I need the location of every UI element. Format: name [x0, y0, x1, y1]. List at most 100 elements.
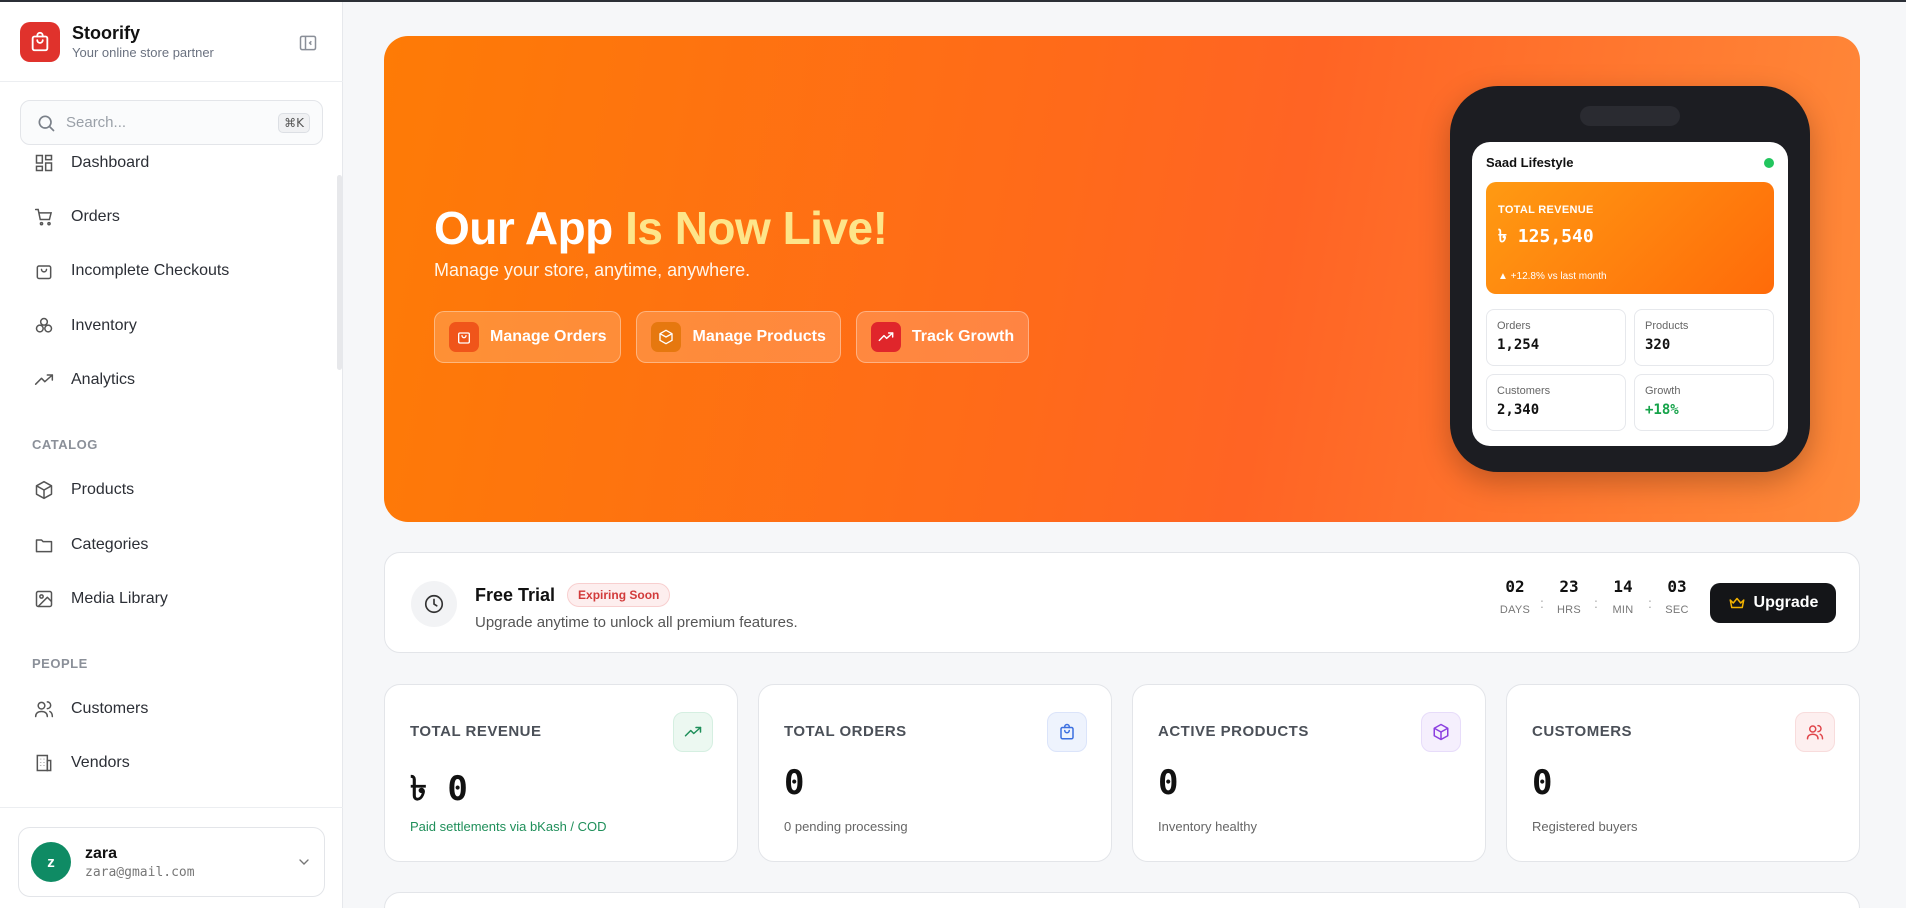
stat-card-active-products: ACTIVE PRODUCTS 0 Inventory healthy [1132, 684, 1486, 862]
mini-stat-value: 1,254 [1497, 337, 1540, 353]
sidebar-item-label: Categories [71, 536, 149, 553]
sidebar: Stoorify Your online store partner ⌘K Da… [0, 0, 343, 908]
next-section-card [384, 892, 1860, 908]
mini-stat-value: +18% [1645, 402, 1679, 418]
hero-title: Our App Is Now Live! [434, 202, 888, 254]
building-icon [33, 752, 55, 774]
mini-stat-value: 2,340 [1497, 402, 1540, 418]
package-icon [1421, 712, 1461, 752]
countdown-minutes: 14 MIN [1612, 577, 1634, 616]
stat-card-total-revenue: TOTAL REVENUE ৳ 0 Paid settlements via b… [384, 684, 738, 862]
stat-label: TOTAL REVENUE [410, 723, 542, 740]
phone-mockup: Saad Lifestyle TOTAL REVENUE ৳ 125,540 ▲… [1450, 86, 1810, 472]
sidebar-item-label: Dashboard [71, 154, 150, 171]
dashboard-icon [33, 152, 55, 174]
countdown-separator: : [1594, 595, 1598, 611]
search-icon [38, 115, 55, 131]
phone-notch [1580, 106, 1680, 126]
mini-stat-value: 320 [1645, 337, 1671, 353]
sidebar-item-inventory[interactable]: Inventory [33, 313, 137, 339]
sidebar-item-dashboard[interactable]: Dashboard [33, 150, 149, 176]
stat-subtext: 0 pending processing [784, 819, 908, 834]
stat-subtext: Inventory healthy [1158, 819, 1258, 834]
package-icon [33, 479, 55, 501]
trial-title: Free Trial [475, 584, 556, 605]
stat-subtext: Paid settlements via bKash / COD [410, 819, 607, 834]
brand-logo-icon [20, 22, 60, 62]
revenue-note: ▲ +12.8% vs last month [1498, 271, 1607, 282]
sidebar-item-categories[interactable]: Categories [33, 532, 148, 558]
countdown-separator: : [1648, 595, 1652, 611]
button-label: Track Growth [911, 328, 1015, 345]
phone-screen: Saad Lifestyle TOTAL REVENUE ৳ 125,540 ▲… [1472, 142, 1788, 446]
search-box[interactable]: ⌘K [20, 100, 323, 145]
sidebar-item-incomplete-checkouts[interactable]: Incomplete Checkouts [33, 258, 229, 284]
brand-name: Stoorify [72, 23, 141, 43]
sidebar-item-label: Media Library [71, 590, 168, 607]
sidebar-item-label: Vendors [71, 754, 130, 771]
countdown-separator: : [1540, 595, 1544, 611]
user-menu[interactable]: z zara zara@gmail.com [18, 827, 325, 897]
stat-value: ৳ 0 [410, 769, 468, 809]
online-status-dot [1764, 157, 1774, 168]
revenue-value: ৳ 125,540 [1498, 226, 1594, 247]
stat-label: TOTAL ORDERS [784, 723, 907, 740]
free-trial-banner: Free Trial Expiring Soon Upgrade anytime… [384, 552, 1860, 653]
sidebar-item-label: Products [71, 481, 135, 498]
stat-subtext: Registered buyers [1532, 819, 1638, 834]
cart-icon [33, 206, 55, 228]
stat-value: 0 [1158, 763, 1179, 803]
brand[interactable]: Stoorify Your online store partner [20, 22, 214, 62]
user-email: zara@gmail.com [85, 864, 195, 880]
search-input[interactable] [66, 114, 279, 131]
store-name: Saad Lifestyle [1486, 155, 1574, 170]
clock-icon [411, 581, 457, 627]
section-label-catalog: CATALOG [32, 437, 98, 452]
hero-title-highlight: Is Now Live! [625, 202, 888, 254]
upgrade-button[interactable]: Upgrade [1710, 583, 1836, 623]
sidebar-item-orders[interactable]: Orders [33, 204, 120, 230]
button-label: Manage Orders [490, 328, 607, 345]
sidebar-item-label: Inventory [71, 317, 137, 334]
countdown-seconds: 03 SEC [1665, 577, 1689, 616]
collapse-sidebar-button[interactable] [296, 31, 320, 55]
stat-value: 0 [784, 763, 805, 803]
revenue-card: TOTAL REVENUE ৳ 125,540 ▲ +12.8% vs last… [1486, 182, 1774, 294]
panel-collapse-icon [299, 35, 317, 51]
upgrade-label: Upgrade [1753, 594, 1819, 611]
bag-icon [1047, 712, 1087, 752]
user-name: zara [85, 844, 118, 862]
countdown-hours: 23 HRS [1556, 577, 1582, 616]
search-shortcut-hint: ⌘K [278, 112, 310, 133]
sidebar-item-label: Customers [71, 700, 149, 717]
mini-stat-label: Products [1645, 320, 1689, 332]
hero-banner: Our App Is Now Live! Manage your store, … [384, 36, 1860, 522]
section-label-people: PEOPLE [32, 656, 88, 671]
sidebar-item-products[interactable]: Products [33, 477, 134, 503]
sidebar-item-label: Incomplete Checkouts [71, 262, 230, 279]
users-icon [1795, 712, 1835, 752]
stat-card-total-orders: TOTAL ORDERS 0 0 pending processing [758, 684, 1112, 862]
sidebar-item-analytics[interactable]: Analytics [33, 367, 135, 393]
trial-subtitle: Upgrade anytime to unlock all premium fe… [475, 614, 798, 631]
mini-stat-products: Products 320 [1634, 309, 1774, 366]
manage-orders-button[interactable]: Manage Orders [434, 311, 622, 363]
manage-products-button[interactable]: Manage Products [636, 311, 841, 363]
trial-countdown: 02 DAYS : 23 HRS : 14 MIN : 03 SEC [1497, 577, 1695, 616]
mini-stat-label: Customers [1497, 385, 1551, 397]
sidebar-item-vendors[interactable]: Vendors [33, 750, 130, 776]
sidebar-divider [0, 807, 343, 808]
revenue-label: TOTAL REVENUE [1498, 204, 1594, 216]
brand-tagline: Your online store partner [72, 45, 214, 60]
sidebar-item-media-library[interactable]: Media Library [33, 586, 168, 612]
sidebar-scrollbar[interactable] [337, 175, 342, 370]
mini-stat-orders: Orders 1,254 [1486, 309, 1626, 366]
sidebar-item-customers[interactable]: Customers [33, 696, 148, 722]
countdown-days: 02 DAYS [1499, 577, 1531, 616]
stat-label: ACTIVE PRODUCTS [1158, 723, 1309, 740]
boxes-icon [33, 315, 55, 337]
track-growth-button[interactable]: Track Growth [855, 311, 1030, 363]
package-icon [651, 322, 682, 352]
sidebar-item-label: Orders [71, 208, 120, 225]
trend-up-icon [870, 322, 901, 352]
